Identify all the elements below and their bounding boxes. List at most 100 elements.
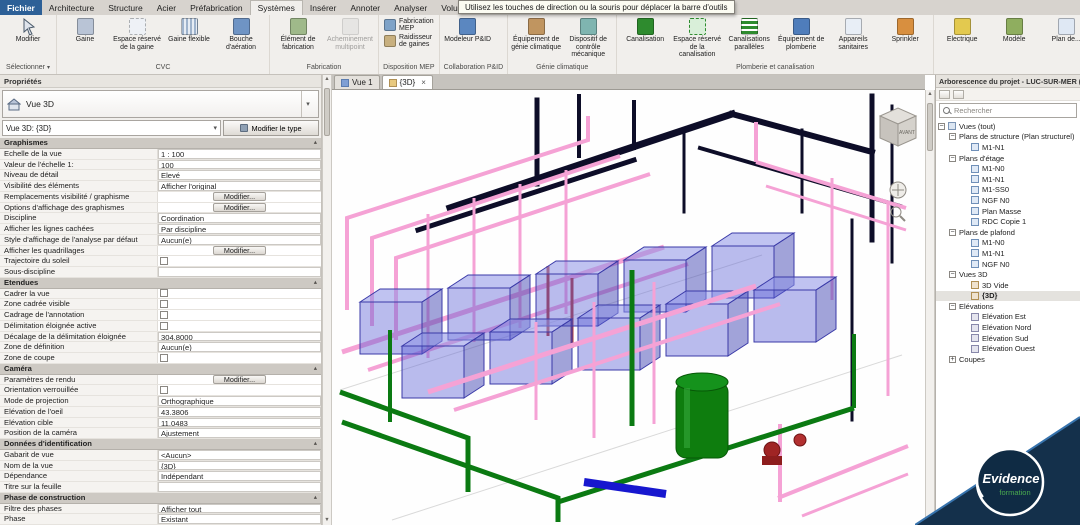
tree-expander[interactable] <box>961 239 968 246</box>
tree-item[interactable]: NGF N0 <box>936 195 1080 206</box>
property-value[interactable]: Elevé <box>158 170 321 180</box>
project-search-input[interactable]: Rechercher <box>939 103 1077 118</box>
browser-filter-icon[interactable] <box>953 90 964 99</box>
property-row[interactable]: Valeur de l'échelle 1: 100 100 <box>0 160 321 171</box>
ribbon-button[interactable]: Plan de... <box>1040 16 1080 46</box>
property-row[interactable]: Elévation de l'oeil 43.3806 43.3806 <box>0 407 321 418</box>
tree-item[interactable]: M1-N1 <box>936 174 1080 185</box>
property-value[interactable]: Ajustement <box>158 428 321 438</box>
property-row[interactable]: Délimitation éloignée active <box>0 321 321 332</box>
property-checkbox[interactable] <box>160 257 168 265</box>
scrollbar-thumb[interactable] <box>927 103 933 151</box>
ribbon-button[interactable]: Gaine <box>59 16 111 46</box>
modifier-button[interactable]: Modifier <box>2 16 54 46</box>
property-value[interactable]: 100 <box>158 160 321 170</box>
tree-expander[interactable] <box>961 335 968 342</box>
tree-item[interactable]: − Plans de structure (Plan structurel) <box>936 132 1080 143</box>
property-value[interactable]: Existant <box>158 514 321 524</box>
property-row[interactable]: Paramètres de rendu Modifier... Modifier… <box>0 375 321 386</box>
property-checkbox[interactable] <box>160 311 168 319</box>
tree-expander[interactable]: − <box>949 133 956 140</box>
tree-item[interactable]: M1-N0 <box>936 163 1080 174</box>
property-row[interactable]: Zone cadrée visible <box>0 299 321 310</box>
ribbon-button[interactable]: Fabrication MEP <box>381 18 437 32</box>
view-tab-3d[interactable]: {3D} <box>382 75 433 89</box>
property-value[interactable]: Aucun(e) <box>158 235 321 245</box>
tree-expander[interactable] <box>961 218 968 225</box>
ribbon-button[interactable]: Dispositif de contrôle mécanique <box>562 16 614 61</box>
tree-expander[interactable]: − <box>938 123 945 130</box>
property-row[interactable]: Dépendance Indépendant Indépendant <box>0 471 321 482</box>
property-checkbox[interactable] <box>160 386 168 394</box>
properties-scrollbar[interactable] <box>322 75 332 525</box>
tree-expander[interactable]: + <box>949 356 956 363</box>
ribbon-button[interactable]: Modèle <box>988 16 1040 46</box>
ribbon-tab[interactable]: Insérer <box>303 0 343 15</box>
property-row[interactable]: Données d'identification <box>0 439 321 450</box>
property-value[interactable]: Indépendant <box>158 471 321 481</box>
tree-item[interactable]: Elévation Sud <box>936 333 1080 344</box>
property-row[interactable]: Nom de la vue {3D} {3D} <box>0 461 321 472</box>
property-value[interactable]: Afficher l'original <box>158 181 321 191</box>
tree-expander[interactable] <box>961 282 968 289</box>
tree-expander[interactable] <box>961 324 968 331</box>
ribbon-button[interactable]: Canalisations parallèles <box>723 16 775 53</box>
tree-expander[interactable] <box>961 186 968 193</box>
tree-item[interactable]: + Coupes <box>936 354 1080 365</box>
tree-item[interactable]: NGF N0 <box>936 259 1080 270</box>
ribbon-tab[interactable]: Fichier <box>0 0 42 15</box>
property-value[interactable]: 43.3806 <box>158 407 321 417</box>
tree-item[interactable]: − Plans d'étage <box>936 153 1080 164</box>
property-row[interactable]: Afficher les quadrillages Modifier... Mo… <box>0 246 321 257</box>
property-row[interactable]: Zone de coupe <box>0 353 321 364</box>
ribbon-tab[interactable]: Systèmes <box>250 0 303 15</box>
property-value[interactable] <box>158 267 321 277</box>
ribbon-tab[interactable]: Architecture <box>42 0 101 15</box>
ribbon-button[interactable]: Raidisseur de gaines <box>381 34 437 48</box>
property-value[interactable]: 304.8000 <box>158 332 321 342</box>
property-row[interactable]: Remplacements visibilité / graphisme Mod… <box>0 192 321 203</box>
viewcube[interactable]: AVANT <box>880 108 916 146</box>
property-value[interactable]: Par discipline <box>158 224 321 234</box>
property-edit-button[interactable]: Modifier... <box>213 375 266 384</box>
property-row[interactable]: Mode de projection Orthographique Orthog… <box>0 396 321 407</box>
property-value[interactable]: <Aucun> <box>158 450 321 460</box>
browser-list-icon[interactable] <box>939 90 950 99</box>
ribbon-button[interactable]: Canalisation <box>619 16 671 46</box>
tree-expander[interactable] <box>961 313 968 320</box>
property-row[interactable]: Orientation verrouillée <box>0 385 321 396</box>
property-row[interactable]: Echelle de la vue 1 : 100 1 : 100 <box>0 149 321 160</box>
property-row[interactable]: Titre sur la feuille <box>0 482 321 493</box>
ribbon-button[interactable]: Appareils sanitaires <box>827 16 879 53</box>
property-row[interactable]: Position de la caméra Ajustement Ajustem… <box>0 428 321 439</box>
property-edit-button[interactable]: Modifier... <box>213 203 266 212</box>
tree-expander[interactable]: − <box>949 271 956 278</box>
tree-item[interactable]: M1-N0 <box>936 238 1080 249</box>
property-value[interactable]: Coordination <box>158 213 321 223</box>
tree-expander[interactable] <box>961 250 968 257</box>
property-checkbox[interactable] <box>160 300 168 308</box>
tree-expander[interactable] <box>961 261 968 268</box>
property-row[interactable]: Afficher les lignes cachées Par discipli… <box>0 224 321 235</box>
ribbon-button[interactable]: Élément de fabrication <box>272 16 324 53</box>
tree-expander[interactable] <box>961 197 968 204</box>
property-value[interactable]: 11.0483 <box>158 418 321 428</box>
tree-item[interactable]: RDC Copie 1 <box>936 216 1080 227</box>
drawing-area[interactable]: AVANT <box>332 90 925 525</box>
tree-expander[interactable]: − <box>949 229 956 236</box>
tree-item[interactable]: {3D} <box>936 291 1080 302</box>
ribbon-tab[interactable]: Annoter <box>343 0 387 15</box>
ribbon-button[interactable]: Acheminement multipoint <box>324 16 376 53</box>
tree-expander[interactable] <box>961 208 968 215</box>
tree-expander[interactable]: − <box>949 155 956 162</box>
ribbon-button[interactable]: Équipement de plomberie <box>775 16 827 53</box>
property-row[interactable]: Trajectoire du soleil <box>0 256 321 267</box>
property-row[interactable]: Filtre des phases Afficher tout Afficher… <box>0 504 321 515</box>
ribbon-button[interactable]: Espace réservé de la canalisation <box>671 16 723 61</box>
property-value[interactable] <box>158 482 321 492</box>
property-row[interactable]: Sous-discipline <box>0 267 321 278</box>
property-row[interactable]: Phase de construction <box>0 493 321 504</box>
element-selector-dropdown[interactable]: Vue 3D: {3D} <box>2 120 221 136</box>
tree-item[interactable]: − Plans de plafond <box>936 227 1080 238</box>
ribbon-button[interactable]: Bouche d'aération <box>215 16 267 53</box>
